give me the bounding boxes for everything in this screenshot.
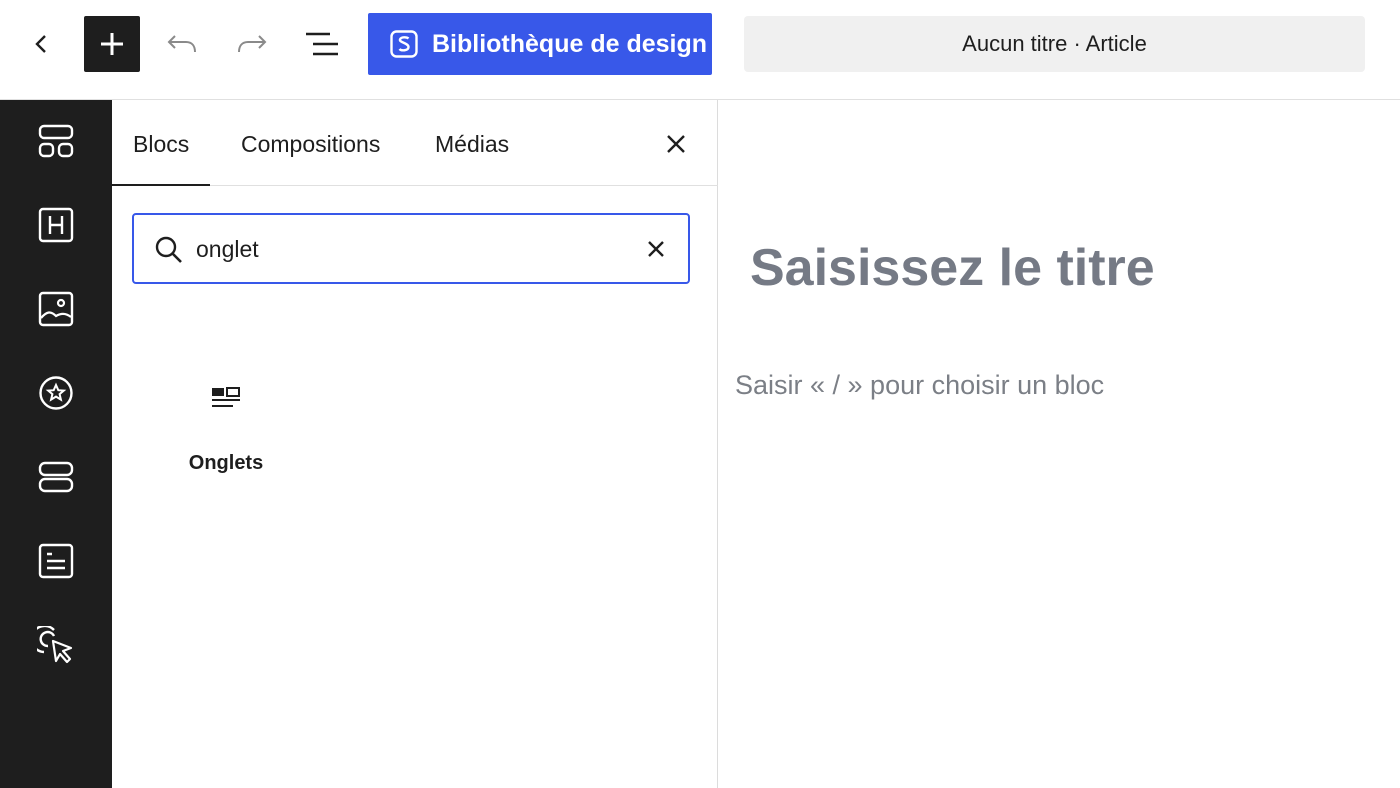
stack-icon — [38, 461, 74, 493]
blocks-grid-icon — [38, 124, 74, 158]
star-circle-icon — [39, 376, 73, 410]
block-search-box — [132, 213, 690, 284]
rail-item-pointer[interactable] — [28, 617, 84, 673]
tab-medias[interactable]: Médias — [414, 100, 530, 186]
document-title-bar[interactable]: Aucun titre · Article — [744, 16, 1365, 72]
block-placeholder[interactable]: Saisir « / » pour choisir un bloc — [735, 370, 1104, 401]
tab-compositions[interactable]: Compositions — [220, 100, 401, 186]
heading-icon — [38, 207, 74, 243]
redo-icon — [238, 35, 267, 53]
rail-item-text-card[interactable] — [28, 533, 84, 589]
design-library-button[interactable]: Bibliothèque de design — [368, 13, 712, 75]
design-library-label: Bibliothèque de design — [432, 29, 708, 58]
top-toolbar: Bibliothèque de design Aucun titre · Art… — [0, 0, 1400, 100]
document-outline-button[interactable] — [298, 22, 346, 66]
undo-icon — [167, 35, 196, 53]
rail-item-blocks[interactable] — [28, 113, 84, 169]
left-icon-rail — [0, 100, 112, 788]
clear-search-button[interactable] — [640, 233, 672, 265]
list-view-icon — [306, 32, 338, 56]
s-logo-icon — [390, 30, 418, 58]
undo-button[interactable] — [158, 22, 206, 66]
post-title-placeholder[interactable]: Saisissez le titre — [750, 238, 1155, 298]
back-button[interactable] — [20, 22, 64, 66]
pointer-click-icon — [37, 626, 73, 664]
block-inserter-panel: Blocs Compositions Médias On — [112, 100, 718, 788]
redo-button[interactable] — [228, 22, 276, 66]
close-inserter-button[interactable] — [658, 122, 694, 166]
add-block-button[interactable] — [84, 16, 140, 72]
rail-item-favorites[interactable] — [28, 365, 84, 421]
chevron-left-icon — [35, 35, 46, 53]
rail-item-stack[interactable] — [28, 449, 84, 505]
inserter-tabs: Blocs Compositions Médias — [112, 100, 718, 186]
tab-blocks[interactable]: Blocs — [112, 100, 211, 186]
rail-item-image[interactable] — [28, 281, 84, 337]
image-icon — [38, 291, 74, 327]
tabs-block-icon — [212, 387, 240, 407]
editor-canvas: Saisissez le titre Saisir « / » pour cho… — [719, 100, 1400, 788]
search-icon — [155, 236, 182, 263]
block-result-label: Onglets — [188, 452, 264, 474]
block-search-input[interactable] — [196, 229, 616, 269]
rail-item-heading[interactable] — [28, 197, 84, 253]
block-result-tabs[interactable]: Onglets — [158, 362, 294, 492]
plus-icon — [101, 33, 123, 55]
close-icon — [648, 241, 664, 257]
text-card-icon — [38, 543, 74, 579]
document-title: Aucun titre · Article — [962, 31, 1147, 56]
close-icon — [667, 135, 685, 153]
